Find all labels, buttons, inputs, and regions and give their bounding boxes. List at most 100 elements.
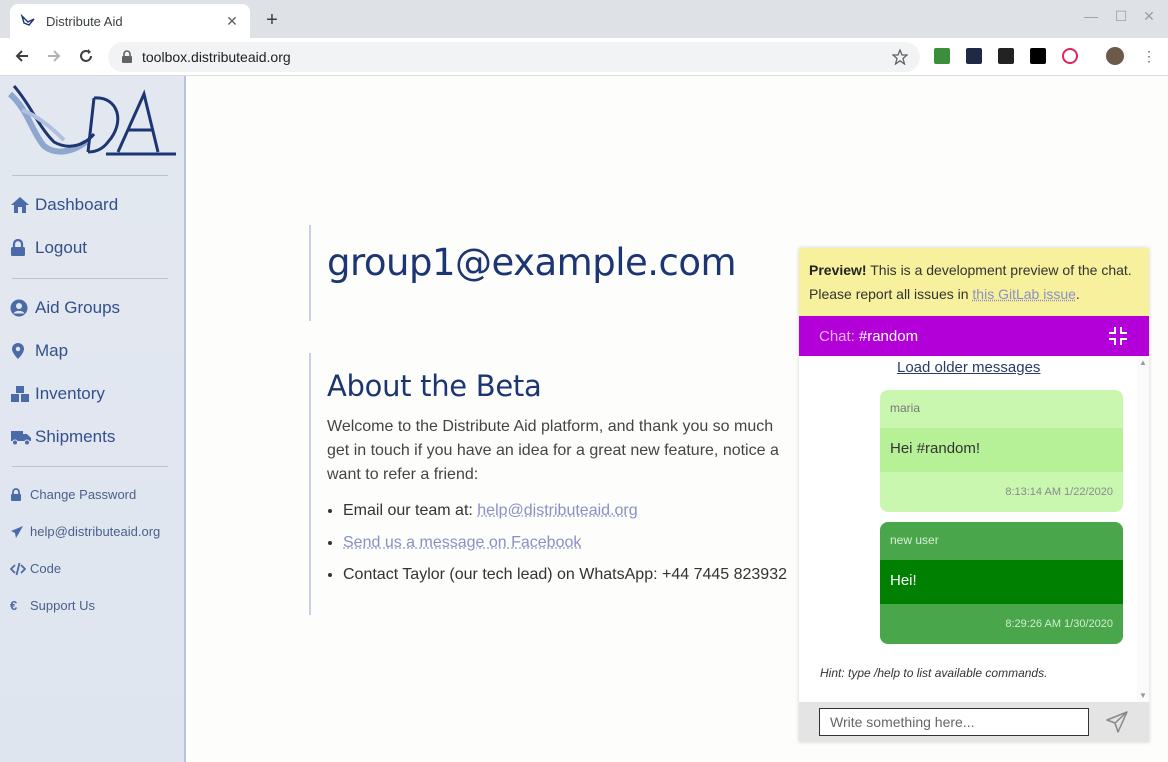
message-author: new user [890,533,939,547]
chat-header: Chat: #random [799,316,1149,356]
message-author: maria [890,401,921,415]
nav-map[interactable]: Map [10,341,68,361]
list-item: Email our team at: help@distributeaid.or… [343,499,789,523]
back-icon[interactable] [12,46,32,66]
message-list[interactable]: Load older messages maria Hei #random! 8… [799,356,1149,702]
chat-widget: Preview! This is a development preview o… [799,248,1149,742]
forward-icon[interactable] [44,46,64,66]
nav-shipments-label: Shipments [35,427,116,446]
extension-icon[interactable] [1062,48,1078,64]
compose-bar [799,702,1149,742]
about-line: get in touch if you have an idea for a g… [327,442,779,459]
chat-label: Chat: [819,327,855,345]
command-hint: Hint: type /help to list available comma… [820,666,1048,680]
scroll-down-icon[interactable]: ▼ [1139,691,1147,700]
tab-title: Distribute Aid [46,13,123,29]
nav-inventory-label: Inventory [35,384,105,403]
preview-notice: Preview! This is a development preview o… [799,248,1149,316]
distribute-aid-logo [8,85,176,156]
sub-help-email[interactable]: help@distributeaid.org [10,524,160,539]
extension-icon[interactable] [934,48,950,64]
email-link[interactable]: help@distributeaid.org [477,502,637,519]
list-item-text: Email our team at: [343,502,478,519]
code-icon [10,562,28,576]
divider [12,175,168,176]
map-marker-icon [10,342,32,360]
boxes-icon [10,385,32,403]
message-text: Hei! [880,560,1123,604]
page-title: group1@example.com [327,241,737,284]
chat-message: maria Hei #random! 8:13:14 AM 1/22/2020 [880,390,1123,512]
sub-code[interactable]: Code [10,561,61,576]
sidebar: Dashboard Logout Aid Groups Map Inventor… [0,76,186,762]
message-input[interactable] [819,708,1089,736]
list-item-text: Contact Taylor (our tech lead) on WhatsA… [343,566,787,583]
tab-strip: Distribute Aid ✕ + — ☐ ✕ [0,0,1168,38]
bookmark-star-icon[interactable] [892,49,908,65]
new-tab-button[interactable]: + [262,9,282,31]
gitlab-issue-link[interactable]: this GitLab issue [972,286,1076,302]
scroll-up-icon[interactable]: ▲ [1139,358,1147,367]
about-paragraph: Welcome to the Distribute Aid platform, … [327,415,807,487]
nav-logout[interactable]: Logout [10,238,87,258]
profile-avatar[interactable] [1106,47,1124,65]
contact-list: Email our team at: help@distributeaid.or… [327,499,789,587]
about-line: Welcome to the Distribute Aid platform, … [327,418,774,435]
nav-inventory[interactable]: Inventory [10,384,105,404]
message-text: Hei #random! [880,428,1123,472]
euro-icon: € [10,598,18,613]
browser-toolbar: toolbox.distributeaid.org ⋮ [0,38,1168,76]
sub-change-password[interactable]: Change Password [10,487,136,502]
sub-help-email-label: help@distributeaid.org [30,524,161,539]
facebook-link[interactable]: Send us a message on Facebook [343,534,581,551]
truck-icon [10,428,32,446]
email-section: group1@example.com [309,225,789,321]
paper-plane-icon [10,525,28,539]
lock-icon [122,50,132,63]
jetbrains-icon[interactable] [1030,48,1046,64]
dove-favicon-icon [20,13,35,26]
minimize-chat-icon[interactable] [1107,325,1129,347]
scrollbar[interactable]: ▲ ▼ [1137,356,1149,702]
home-icon [10,196,32,214]
sub-code-label: Code [30,561,62,576]
load-older-link[interactable]: Load older messages [897,359,1040,376]
message-time: 8:13:14 AM 1/22/2020 [1005,486,1113,498]
extension-icon[interactable] [998,48,1014,64]
sub-support-us[interactable]: € Support Us [10,598,95,613]
list-item: Send us a message on Facebook [343,531,789,555]
about-heading: About the Beta [327,369,542,403]
close-window-icon[interactable]: ✕ [1140,8,1158,25]
preview-label: Preview! [809,262,867,278]
react-devtools-icon[interactable] [966,48,982,64]
lock-icon [10,487,28,502]
nav-dashboard[interactable]: Dashboard [10,195,118,215]
browser-tab[interactable]: Distribute Aid ✕ [10,4,250,38]
chat-message: new user Hei! 8:29:26 AM 1/30/2020 [880,522,1123,644]
user-circle-icon [10,299,32,317]
menu-icon[interactable]: ⋮ [1140,48,1158,65]
list-item: Contact Taylor (our tech lead) on WhatsA… [343,563,789,587]
send-icon[interactable] [1105,710,1129,734]
reload-icon[interactable] [76,46,96,66]
nav-aid-groups[interactable]: Aid Groups [10,298,120,318]
nav-dashboard-label: Dashboard [35,195,119,214]
address-bar[interactable]: toolbox.distributeaid.org [108,42,920,72]
lock-icon [10,239,32,257]
message-time: 8:29:26 AM 1/30/2020 [1005,618,1113,630]
divider [12,466,168,467]
maximize-icon[interactable]: ☐ [1112,8,1130,25]
nav-map-label: Map [35,341,69,360]
nav-logout-label: Logout [35,238,87,257]
preview-end: . [1075,286,1080,302]
minimize-icon[interactable]: — [1082,8,1100,24]
channel-name: #random [858,327,919,345]
nav-aid-groups-label: Aid Groups [35,298,121,317]
about-section: About the Beta Welcome to the Distribute… [309,353,789,615]
url-text: toolbox.distributeaid.org [142,49,291,65]
about-line: want to refer a friend: [327,466,479,483]
nav-shipments[interactable]: Shipments [10,427,115,447]
tab-close-icon[interactable]: ✕ [224,13,240,30]
divider [12,278,168,279]
sub-support-us-label: Support Us [30,598,96,613]
